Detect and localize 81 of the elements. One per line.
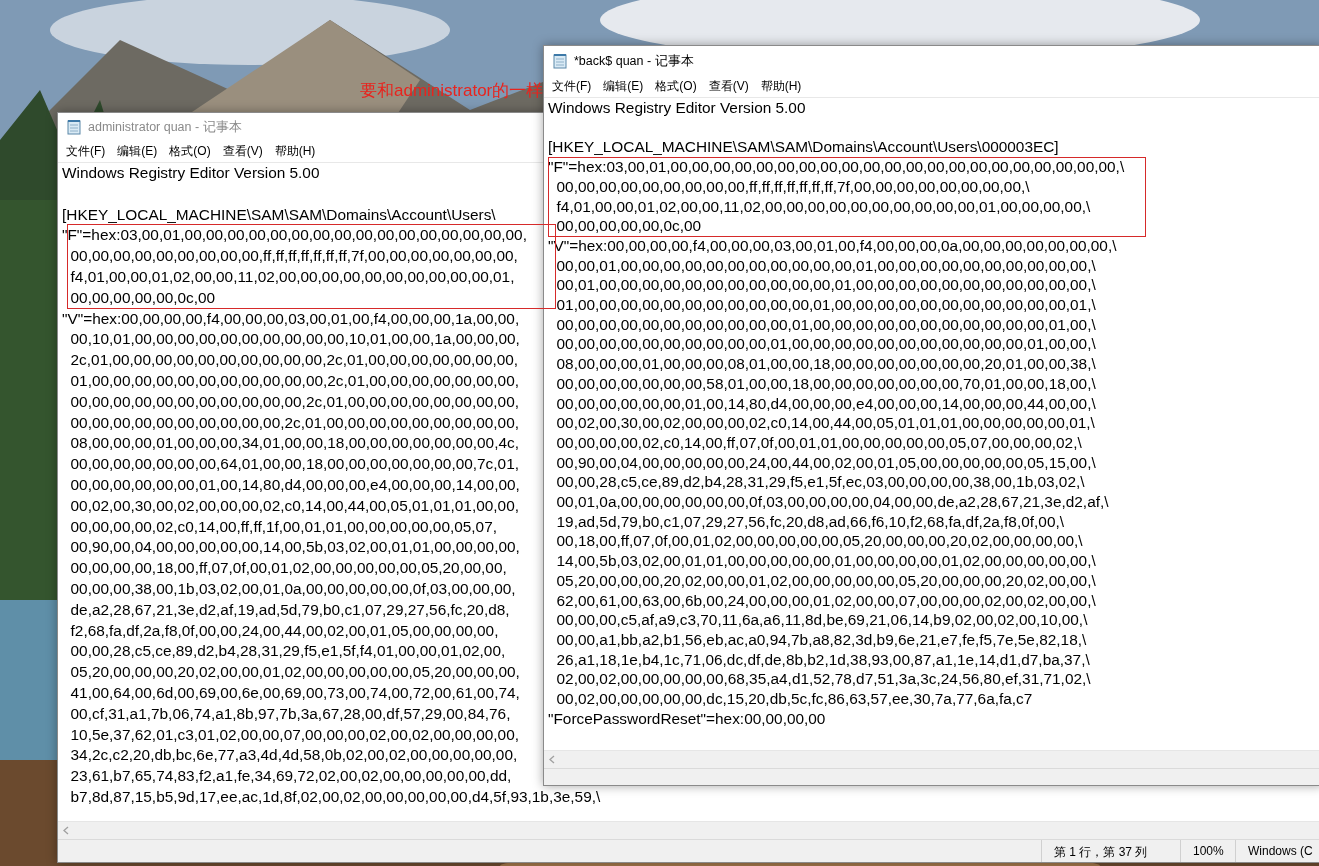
text-line: 00,00,00,00,00,00,00,00,00,ff,ff,ff,ff,ff,ff,ff,7f,00,00,00,00,00,00,00,00,\ [555,176,1030,197]
menu-item[interactable]: 帮助(H) [268,143,322,160]
status-text: 100% [1180,840,1235,862]
text-line: 05,20,00,00,00,20,02,00,00,01,02,00,00,00,00,00,05,20,00,00,00,20,02,00,00,\ [555,570,1096,591]
text-line: 00,cf,31,a1,7b,06,74,a1,8b,97,7b,3a,67,28,00,df,57,29,00,84,76, [69,703,511,724]
window-title: administrator quan - 记事本 [88,118,242,136]
text-line: 00,00,00,00,02,c0,14,00,ff,ff,1f,00,01,01,00,00,00,00,00,05,07, [69,516,497,537]
notepad-icon [67,119,81,135]
text-line: "F"=hex:03,00,01,00,00,00,00,00,00,00,00,00,00,00,00,00,00,00,00,00,00,00,00,00,\ [548,157,1125,177]
text-line: 01,00,00,00,00,00,00,00,00,00,00,00,2c,01,00,00,00,00,00,00,00, [69,370,519,391]
text-line: 2c,01,00,00,00,00,00,00,00,00,00,00,2c,01,00,00,00,00,00,00,00, [69,350,519,371]
text-line: 00,10,01,00,00,00,00,00,00,00,00,00,00,10,01,00,00,1a,00,00,00, [69,329,520,350]
chevron-left-icon[interactable] [63,826,69,835]
text-line: "ForcePasswordReset"=hex:00,00,00,00 [548,708,826,729]
text-line: 08,00,00,00,01,00,00,00,08,01,00,00,18,00,00,00,00,00,00,00,20,01,00,00,38,\ [555,354,1096,374]
text-line: de,a2,28,67,21,3e,d2,af,19,ad,5d,79,b0,c1,07,29,27,56,fc,20,d8, [69,599,510,620]
text-line: Windows Registry Editor Version 5.00 [62,163,320,183]
text-line: 00,18,00,ff,07,0f,00,01,02,00,00,00,00,00,05,20,00,00,00,20,02,00,00,00,00,\ [555,531,1083,552]
text-line: 26,a1,18,1e,b4,1c,71,06,dc,df,de,8b,b2,1d,38,93,00,87,a1,1e,14,d1,d7,ba,37,\ [555,649,1090,670]
window-title: *back$ quan - 记事本 [574,52,694,70]
text-line: 34,2c,c2,20,db,bc,6e,77,a3,4d,4d,58,0b,02,00,02,00,00,00,00,00, [69,745,518,766]
menu-item[interactable]: 编辑(E) [597,78,650,95]
text-line: 00,00,01,00,00,00,00,00,00,00,00,00,00,00,01,00,00,00,00,00,00,00,00,00,00,\ [555,255,1096,276]
text-line: 00,01,00,00,00,00,00,00,00,00,00,00,00,01,00,00,00,00,00,00,00,00,00,00,00,\ [555,275,1096,295]
text-line: 00,00,00,00,00,00,00,00,00,ff,ff,ff,ff,ff,ff,ff,7f,00,00,00,00,00,00,00, [69,246,518,267]
text-line: 00,00,00,00,00,00,00,64,01,00,00,18,00,00,00,00,00,00,00,7c,01, [69,454,519,475]
text-line: 00,00,00,00,00,00,00,00,00,00,2c,01,00,00,00,00,00,00,00,00,00, [69,412,519,433]
text-line: 00,00,28,c5,ce,89,d2,b4,28,31,29,f5,e1,5f,f4,01,00,00,01,02,00, [69,641,506,662]
text-line: 00,01,0a,00,00,00,00,00,00,0f,03,00,00,00,00,04,00,00,de,a2,28,67,21,3e,d2,af,\ [555,492,1109,512]
notepad-icon [553,53,567,69]
text-line: 00,00,00,00,02,c0,14,00,ff,07,0f,00,01,01,00,00,00,00,00,05,07,00,00,00,02,\ [555,432,1082,453]
text-line: 00,02,00,30,00,02,00,00,00,02,c0,14,00,44,00,05,01,01,01,00,00, [69,495,519,516]
menu-item[interactable]: 文件(F) [60,143,112,160]
text-line: Windows Registry Editor Version 5.00 [548,98,806,118]
scrollbar[interactable] [544,750,1319,768]
text-line: f4,01,00,00,01,02,00,00,11,02,00,00,00,00,00,00,00,00,00,00,01, [69,267,515,287]
text-line: 00,00,00,00,00,00,01,00,14,80,d4,00,00,00,e4,00,00,00,14,00,00,00,44,00,00,\ [555,393,1096,414]
text-line: 62,00,61,00,63,00,6b,00,24,00,00,00,01,02,00,00,07,00,00,00,02,00,02,00,00,\ [555,590,1096,611]
text-line: "V"=hex:00,00,00,00,f4,00,00,00,03,00,01,00,f4,00,00,00,1a,00,00, [62,308,520,329]
text-line: 02,00,02,00,00,00,00,00,68,35,a4,d1,52,78,d7,51,3a,3c,24,56,80,ef,31,71,02,\ [555,669,1091,690]
text-line: [HKEY_LOCAL_MACHINE\SAM\SAM\Domains\Account\Users\000003EC] [548,137,1059,158]
status-text: 第 1 行，第 37 列 [1041,840,1180,862]
text-line: 19,ad,5d,79,b0,c1,07,29,27,56,fc,20,d8,ad,66,f6,10,f2,68,fa,df,2a,f8,0f,00,\ [555,511,1064,532]
menu-item[interactable]: 格式(O) [163,143,217,160]
text-line: 10,5e,37,62,01,c3,01,02,00,00,07,00,00,00,02,00,02,00,00,00,00, [69,724,519,745]
menu-item[interactable]: 查看(V) [702,78,755,95]
chevron-left-icon[interactable] [549,755,555,764]
text-line: 00,02,00,30,00,02,00,00,00,02,c0,14,00,44,00,05,01,01,01,00,00,00,00,00,01,\ [555,413,1095,433]
menu-item[interactable]: 文件(F) [546,78,598,95]
text-line: f2,68,fa,df,2a,f8,0f,00,00,24,00,44,00,02,00,01,05,00,00,00,00, [69,620,499,641]
text-line: 23,61,b7,65,74,83,f2,a1,fe,34,69,72,02,00,02,00,00,00,00,00,dd, [69,766,512,787]
text-line: 00,90,00,04,00,00,00,00,00,14,00,5b,03,02,00,01,01,00,00,00,00, [69,537,520,558]
menu-item[interactable]: 编辑(E) [111,143,164,160]
text-line: 01,00,00,00,00,00,00,00,00,00,00,00,01,00,00,00,00,00,00,00,00,00,00,00,01,\ [555,295,1096,315]
menu-item[interactable]: 格式(O) [649,78,703,95]
text-line: 00,00,a1,bb,a2,b1,56,eb,ac,a0,94,7b,a8,82,3d,b9,6e,21,e7,fe,f5,7e,5e,82,18,\ [555,629,1087,650]
status-text: Windows (C [1235,840,1319,862]
annotation-text: 要和administrator的一样 [360,80,544,102]
text-line: 05,20,00,00,00,20,02,00,00,01,02,00,00,00,00,00,05,20,00,00,00, [69,662,520,683]
text-line: 08,00,00,00,01,00,00,00,34,01,00,00,18,00,00,00,00,00,00,00,4c, [69,433,519,454]
menu-item[interactable]: 帮助(H) [754,78,808,95]
text-line: b7,8d,87,15,b5,9d,17,ee,ac,1d,8f,02,00,02,00,00,00,00,00,d4,5f,93,1b,3e,59,\ [69,786,601,807]
text-line: 00,00,28,c5,ce,89,d2,b4,28,31,29,f5,e1,5f,ec,03,00,00,00,00,38,00,1b,03,02,\ [555,472,1085,493]
text-line: 00,00,00,c5,af,a9,c3,70,11,6a,a6,11,8d,be,69,21,06,14,b9,02,00,02,00,10,00,\ [555,610,1088,630]
text-line: 00,00,00,00,00,00,01,00,14,80,d4,00,00,00,e4,00,00,00,14,00,00, [69,474,520,495]
text-line: 00,00,00,00,00,00,00,00,00,00,01,00,00,00,00,00,00,00,00,00,00,00,01,00,00,\ [555,334,1096,355]
text-line: [HKEY_LOCAL_MACHINE\SAM\SAM\Domains\Account\Users\ [62,204,496,225]
text-line: f4,01,00,00,01,02,00,00,11,02,00,00,00,00,00,00,00,00,00,00,01,00,00,00,00,\ [555,196,1091,217]
text-line: 41,00,64,00,6d,00,69,00,6e,00,69,00,73,00,74,00,72,00,61,00,74, [69,682,520,703]
text-line: 00,00,00,00,18,00,ff,07,0f,00,01,02,00,00,00,00,00,05,20,00,00, [69,558,507,579]
menu-item[interactable]: 查看(V) [216,143,269,160]
text-line: 14,00,5b,03,02,00,01,01,00,00,00,00,00,01,00,00,00,00,01,02,00,00,00,00,00,\ [555,551,1096,571]
text-line: 00,00,00,00,00,0c,00 [69,287,216,308]
text-line: 00,02,00,00,00,00,00,dc,15,20,db,5c,fc,86,63,57,ee,30,7a,77,6a,fa,c7 [555,689,1033,709]
text-line: 00,00,00,00,00,00,00,00,00,00,00,01,00,00,00,00,00,00,00,00,00,00,00,01,00,\ [555,314,1096,335]
text-line: 00,00,00,38,00,1b,03,02,00,01,0a,00,00,00,00,00,0f,03,00,00,00, [69,578,516,599]
text-line: 00,00,00,00,00,0c,00 [555,216,702,236]
text-line: 00,90,00,04,00,00,00,00,00,24,00,44,00,02,00,01,05,00,00,00,00,00,05,15,00,\ [555,452,1096,473]
text-line: 00,00,00,00,00,00,00,00,00,00,00,2c,01,00,00,00,00,00,00,00,00, [69,391,519,412]
scrollbar[interactable] [58,821,1319,839]
text-line: 00,00,00,00,00,00,00,58,01,00,00,18,00,00,00,00,00,00,00,70,01,00,00,18,00,\ [555,373,1096,394]
